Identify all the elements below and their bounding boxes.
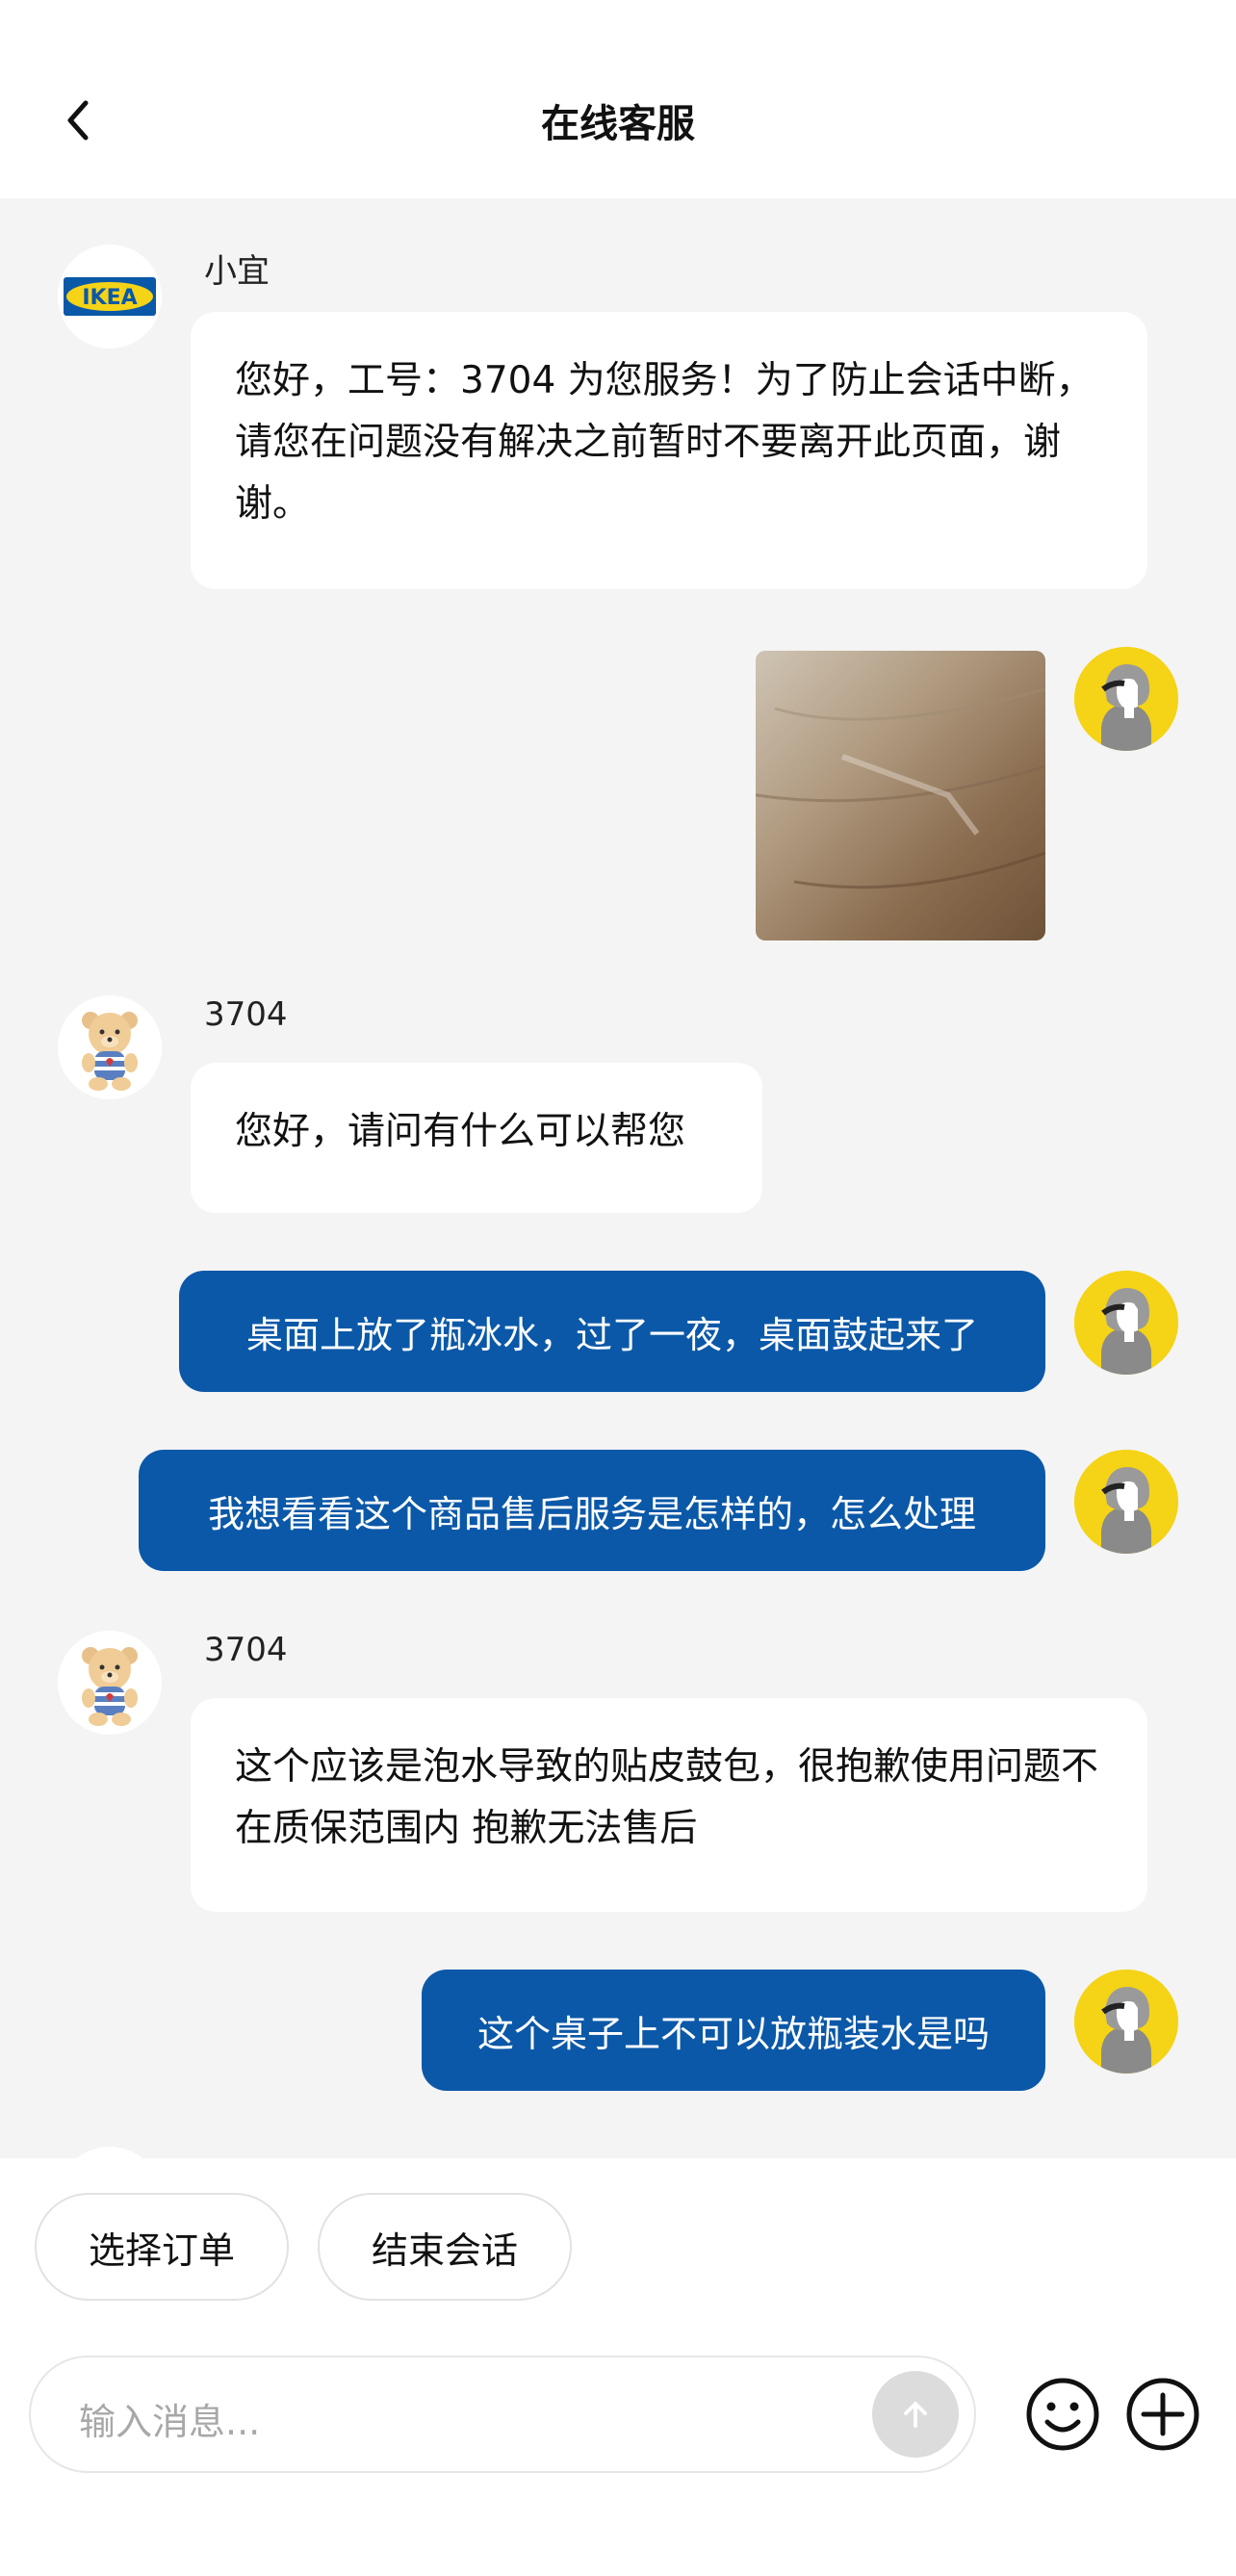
sender-name: 3704 — [204, 1631, 288, 1669]
message-bubble-incoming: 您好，请问有什么可以帮您 — [191, 1063, 762, 1213]
agent-avatar — [58, 1631, 162, 1735]
emoji-button[interactable] — [1024, 2376, 1101, 2453]
more-button[interactable] — [1124, 2376, 1201, 2453]
bottom-panel: 选择订单 结束会话 输入消息... — [0, 2158, 1236, 2576]
smiley-icon — [1026, 2378, 1099, 2451]
message-bubble-outgoing: 桌面上放了瓶冰水，过了一夜，桌面鼓起来了 — [179, 1271, 1045, 1392]
message-input[interactable]: 输入消息... — [29, 2356, 976, 2473]
plus-circle-icon — [1126, 2378, 1199, 2451]
message-bubble-outgoing: 这个桌子上不可以放瓶装水是吗 — [422, 1970, 1045, 2091]
message-bubble-outgoing: 我想看看这个商品售后服务是怎样的，怎么处理 — [139, 1450, 1045, 1571]
user-avatar — [1074, 1271, 1178, 1375]
chat-thread[interactable]: IKEA 小宜 您好，工号：3704 为您服务！为了防止会话中断，请您在问题没有… — [0, 198, 1236, 2158]
arrow-up-icon — [904, 2402, 927, 2428]
user-avatar-icon — [1074, 1271, 1178, 1375]
user-avatar-icon — [1074, 1450, 1178, 1554]
user-avatar — [1074, 647, 1178, 751]
user-avatar-icon — [1074, 647, 1178, 751]
message-image[interactable] — [756, 651, 1045, 940]
agent-avatar-partial — [58, 2147, 162, 2158]
sender-name: 3704 — [204, 995, 288, 1034]
ikea-logo-icon: IKEA — [64, 277, 156, 316]
teddy-bear-icon — [58, 995, 162, 1099]
svg-text:IKEA: IKEA — [82, 286, 137, 310]
teddy-bear-icon — [58, 1631, 162, 1735]
ikea-logo-avatar: IKEA — [58, 245, 162, 348]
user-avatar-icon — [1074, 1970, 1178, 2074]
agent-avatar — [58, 995, 162, 1099]
sender-name: 小宜 — [204, 252, 270, 291]
end-session-button[interactable]: 结束会话 — [318, 2193, 572, 2301]
header: 在线客服 — [0, 0, 1236, 198]
user-avatar — [1074, 1450, 1178, 1554]
send-button[interactable] — [872, 2371, 959, 2458]
message-input-placeholder: 输入消息... — [79, 2401, 261, 2443]
page-title: 在线客服 — [541, 102, 695, 146]
select-order-button[interactable]: 选择订单 — [35, 2193, 289, 2301]
message-bubble-incoming: 您好，工号：3704 为您服务！为了防止会话中断，请您在问题没有解决之前暂时不要… — [191, 312, 1147, 589]
message-bubble-incoming: 这个应该是泡水导致的贴皮鼓包，很抱歉使用问题不在质保范围内 抱歉无法售后 — [191, 1698, 1147, 1912]
user-avatar — [1074, 1970, 1178, 2074]
